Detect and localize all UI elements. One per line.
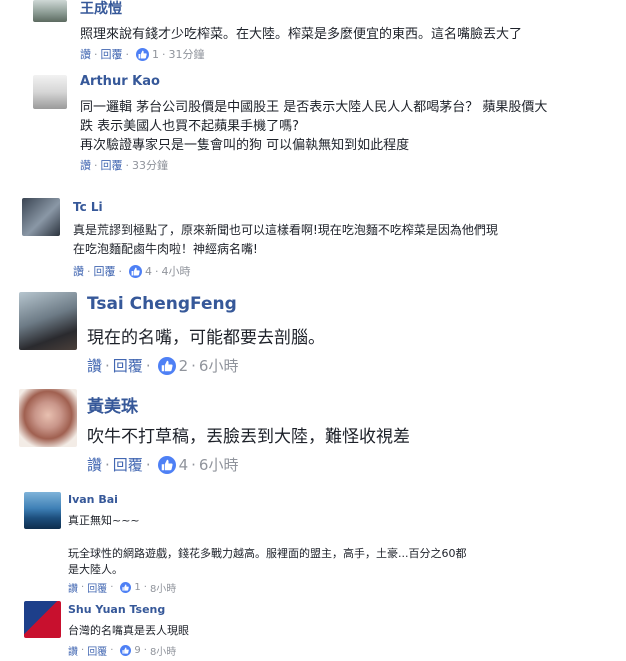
commenter-name[interactable]: 黃美珠 [87,392,138,417]
reply-link[interactable]: 回覆 [113,355,143,376]
comment-actions: 讚 · 回覆 · 4 · 6小時 [87,454,238,475]
avatar[interactable] [19,389,77,447]
timestamp[interactable]: 31分鐘 [169,46,205,62]
separator: · [94,158,98,172]
comment-actions: 讚 · 回覆 · 33分鐘 [80,157,168,173]
reply-link[interactable]: 回覆 [87,580,107,595]
commenter-name[interactable]: Shu Yuan Tseng [68,603,165,616]
separator: · [155,264,159,278]
like-count[interactable]: 9 [134,645,140,656]
comment-text: 玩全球性的網路遊戲，錢花多戰力越高。服裡面的盟主，高手，土豪...百分之60都 [68,547,467,560]
avatar[interactable] [33,0,67,22]
separator: · [105,455,110,474]
like-link[interactable]: 讚 [73,263,84,279]
separator: · [143,645,147,656]
separator: · [143,582,147,593]
reply-link[interactable]: 回覆 [101,157,123,173]
comment-text: 真是荒謬到極點了，原來新聞也可以這樣看啊!現在吃泡麵不吃榨菜是因為他們現 [73,223,498,237]
separator: · [81,582,85,593]
like-count[interactable]: 1 [134,582,140,593]
comment-actions: 讚 · 回覆 · 4 · 4小時 [73,263,191,279]
commenter-name[interactable]: Arthur Kao [80,74,160,89]
commenter-name[interactable]: 王成愷 [80,0,122,18]
like-count[interactable]: 2 [179,357,189,375]
timestamp[interactable]: 8小時 [150,643,176,658]
separator: · [110,582,114,593]
separator: · [145,356,151,375]
timestamp[interactable]: 4小時 [162,263,191,279]
separator: · [81,645,85,656]
avatar[interactable] [24,492,61,529]
like-link[interactable]: 讚 [80,46,91,62]
separator: · [118,264,123,278]
separator: · [191,356,196,375]
like-link[interactable]: 讚 [87,454,102,475]
separator: · [162,47,166,61]
avatar[interactable] [22,198,60,236]
comment-text: 真正無知~~~ [68,514,140,527]
comment-actions: 讚 · 回覆 · 1 · 8小時 [68,580,176,595]
timestamp[interactable]: 8小時 [150,580,176,595]
commenter-name[interactable]: Tc Li [73,200,103,214]
comment-actions: 讚 · 回覆 · 1 · 31分鐘 [80,46,205,62]
comment-text: 台灣的名嘴真是丟人現眼 [68,624,189,637]
like-count[interactable]: 4 [179,456,189,474]
separator: · [110,645,114,656]
separator: · [125,158,130,172]
avatar[interactable] [19,292,77,350]
timestamp[interactable]: 6小時 [199,454,239,475]
separator: · [105,356,110,375]
comment-text: 照理來說有錢才少吃榨菜。在大陸。榨菜是多麼便宜的東西。這名嘴臉丟大了 [80,27,523,42]
avatar[interactable] [24,601,61,638]
separator: · [94,47,98,61]
comment-text: 同一邏輯 茅台公司股價是中國股王 是否表示大陸人民人人都喝茅台？ 蘋果股價大 [80,100,548,115]
commenter-name[interactable]: Tsai ChengFeng [87,294,237,314]
like-link[interactable]: 讚 [87,355,102,376]
separator: · [145,455,151,474]
comment-text: 現在的名嘴，可能都要去剖腦。 [87,328,325,348]
thumbs-up-icon [157,356,176,375]
reply-link[interactable]: 回覆 [87,643,107,658]
like-count[interactable]: 4 [145,265,152,278]
like-link[interactable]: 讚 [80,157,91,173]
comment-text: 再次驗證專家只是一隻會叫的狗 可以偏執無知到如此程度 [80,138,410,153]
comment-text: 吹牛不打草稿，丟臉丟到大陸，難怪收視差 [87,427,410,447]
separator: · [87,264,91,278]
thumbs-up-icon [157,455,176,474]
thumbs-up-icon [120,645,132,656]
separator: · [191,455,196,474]
timestamp[interactable]: 6小時 [199,355,239,376]
commenter-name[interactable]: Ivan Bai [68,493,118,506]
comment-text: 是大陸人。 [68,563,123,576]
thumbs-up-icon [136,47,149,61]
comment-text: 在吃泡麵配鹵牛肉啦！神經病名嘴! [73,242,258,256]
reply-link[interactable]: 回覆 [113,454,143,475]
like-count[interactable]: 1 [152,48,159,61]
reply-link[interactable]: 回覆 [101,46,123,62]
timestamp[interactable]: 33分鐘 [132,157,168,173]
comment-text: 跌 表示美國人也買不起蘋果手機了嗎? [80,119,300,134]
comment-actions: 讚 · 回覆 · 9 · 8小時 [68,643,176,658]
thumbs-up-icon [129,264,142,278]
separator: · [125,47,130,61]
like-link[interactable]: 讚 [68,580,78,595]
comment-actions: 讚 · 回覆 · 2 · 6小時 [87,355,238,376]
like-link[interactable]: 讚 [68,643,78,658]
reply-link[interactable]: 回覆 [94,263,116,279]
avatar[interactable] [33,75,67,109]
thumbs-up-icon [120,582,132,593]
